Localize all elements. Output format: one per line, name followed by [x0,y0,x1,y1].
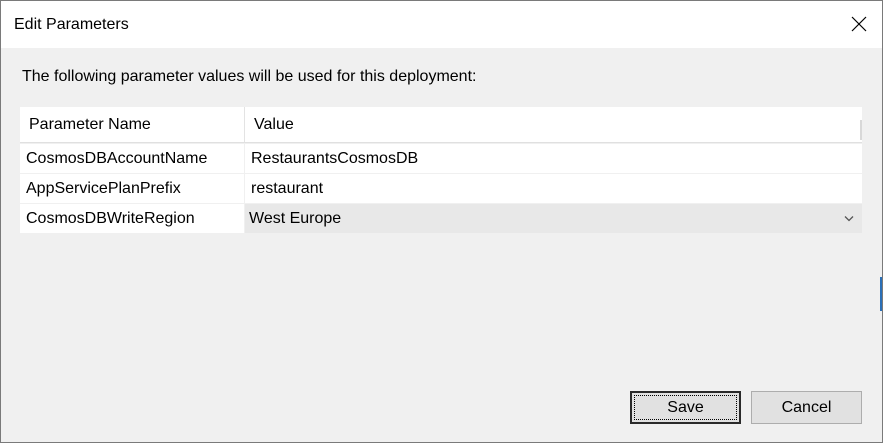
chevron-down-icon [844,204,854,233]
focus-rectangle [634,395,737,420]
region-select-value: West Europe [249,210,342,227]
table-row: AppServicePlanPrefix restaurant [20,174,862,203]
close-icon [851,16,867,32]
region-select[interactable]: West Europe [245,204,862,233]
column-header-parameter-name[interactable]: Parameter Name [20,107,245,142]
table-row: CosmosDBWriteRegion West Europe [20,204,862,233]
window-edge-accent [880,277,882,311]
header-divider [860,120,862,140]
parameter-name-cell: AppServicePlanPrefix [20,174,244,203]
parameter-name-cell: CosmosDBAccountName [20,144,244,173]
save-button[interactable]: Save [630,391,741,424]
cancel-button-label: Cancel [781,398,832,416]
cancel-button[interactable]: Cancel [751,391,862,424]
close-button[interactable] [842,7,876,41]
title-bar: Edit Parameters [1,1,882,48]
dialog-title: Edit Parameters [14,16,129,33]
column-header-value[interactable]: Value [245,107,862,142]
edit-parameters-dialog: Edit Parameters The following parameter … [0,0,883,443]
parameter-value-field[interactable]: RestaurantsCosmosDB [245,144,862,173]
table-row: CosmosDBAccountName RestaurantsCosmosDB [20,144,862,173]
parameter-name-cell: CosmosDBWriteRegion [20,204,244,233]
intro-text: The following parameter values will be u… [22,68,477,85]
grid-header: Parameter Name Value [20,107,862,143]
parameter-value-field[interactable]: restaurant [245,174,862,203]
parameters-grid: Parameter Name Value CosmosDBAccountName… [20,107,862,234]
